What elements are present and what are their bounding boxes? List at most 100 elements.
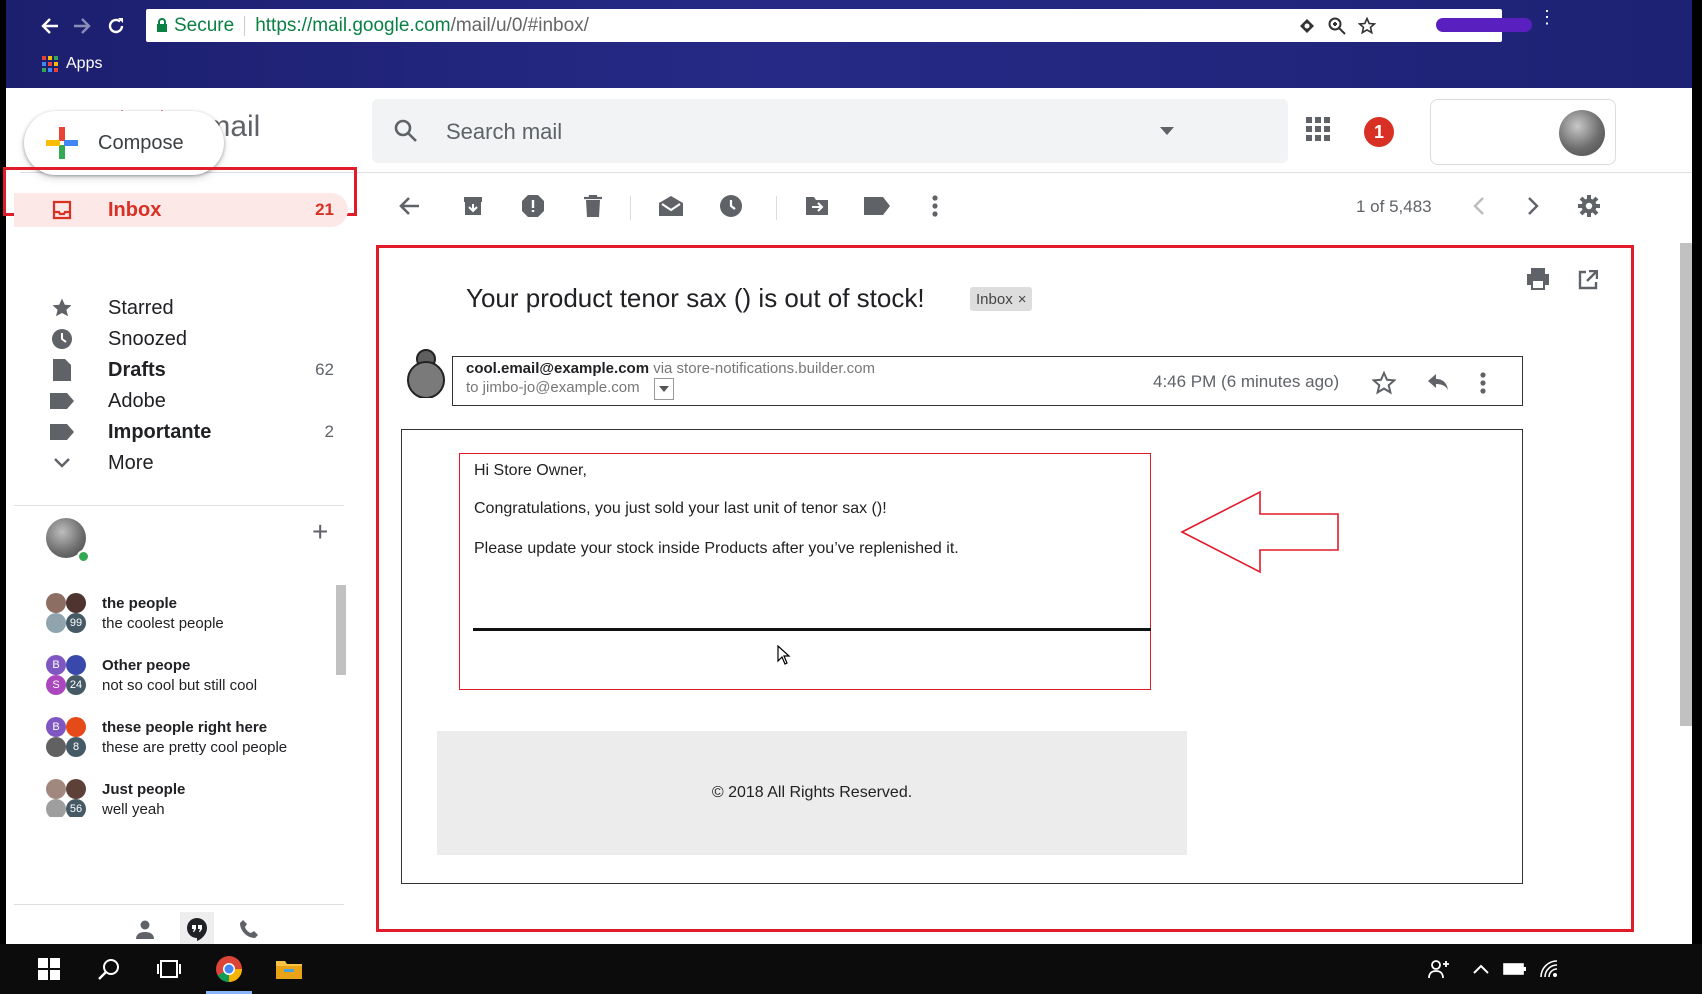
bookmark-star-icon[interactable] <box>1356 15 1378 37</box>
mark-unread-icon[interactable] <box>654 189 688 223</box>
older-chevron-icon[interactable] <box>1516 189 1550 223</box>
account-switcher[interactable] <box>1430 99 1616 165</box>
remove-label-icon[interactable]: × <box>1018 291 1027 308</box>
search-input[interactable]: Search mail <box>446 119 562 145</box>
tray-chevron-up-icon[interactable] <box>1466 954 1496 984</box>
chat-snippet: well yeah <box>102 801 165 817</box>
hangouts-list: 99 the people the coolest people B S 24 O… <box>40 585 340 817</box>
reload-icon[interactable] <box>102 12 130 40</box>
back-to-inbox-icon[interactable] <box>392 189 426 223</box>
clock-icon <box>42 328 82 350</box>
sidebar-item-inbox[interactable]: Inbox 21 <box>14 193 348 227</box>
chat-item[interactable]: 56 Just people well yeah <box>46 779 336 817</box>
task-view-icon[interactable] <box>154 954 184 984</box>
inbox-label-chip[interactable]: Inbox × <box>970 287 1033 311</box>
taskbar-search-icon[interactable] <box>94 954 124 984</box>
bookmark-apps[interactable]: Apps <box>42 55 102 73</box>
windows-start-icon[interactable] <box>34 954 64 984</box>
sidebar-item-drafts[interactable]: Drafts 62 <box>14 354 348 386</box>
sender-email[interactable]: cool.email@example.com <box>466 360 649 377</box>
draft-icon <box>42 359 82 381</box>
settings-gear-icon[interactable] <box>1572 189 1606 223</box>
email-line-2: Please update your stock inside Products… <box>474 540 959 557</box>
people-icon[interactable] <box>1424 954 1454 984</box>
newer-chevron-icon[interactable] <box>1462 189 1496 223</box>
chat-snippet: these are pretty cool people <box>102 739 288 756</box>
secure-indicator[interactable]: Secure <box>146 15 234 37</box>
sidebar-item-label: Importante <box>108 420 212 443</box>
chrome-taskbar-icon[interactable] <box>214 954 244 984</box>
sender-avatar[interactable] <box>404 348 448 398</box>
sidebar-item-count: 2 <box>324 422 334 441</box>
sidebar-item-starred[interactable]: Starred <box>14 292 348 324</box>
search-bar[interactable]: Search mail <box>372 99 1288 163</box>
omnibox-divider <box>244 15 246 36</box>
more-actions-icon[interactable] <box>918 189 952 223</box>
report-spam-icon[interactable] <box>516 189 550 223</box>
hangouts-scrollbar[interactable] <box>336 585 346 675</box>
recipient-details-dropdown[interactable] <box>654 378 674 400</box>
label-icon <box>42 424 82 440</box>
footer-copyright: © 2018 All Rights Reserved. <box>711 784 913 801</box>
compose-button[interactable]: Compose <box>24 111 224 175</box>
email-divider <box>473 628 1151 631</box>
google-apps-icon[interactable] <box>1306 117 1330 141</box>
extension-icon[interactable] <box>1296 15 1318 37</box>
sidebar-item-label: Adobe <box>108 389 166 412</box>
search-options-icon[interactable] <box>1160 127 1174 135</box>
labels-icon[interactable] <box>860 189 894 223</box>
message-more-icon[interactable] <box>1480 372 1486 394</box>
chat-item[interactable]: B S 24 Other peope not so cool but still … <box>46 655 336 707</box>
delete-icon[interactable] <box>576 189 610 223</box>
sidebar-item-snoozed[interactable]: Snoozed <box>14 323 348 355</box>
star-message-icon[interactable] <box>1372 371 1396 395</box>
reply-icon[interactable] <box>1426 372 1450 392</box>
sidebar-item-adobe[interactable]: Adobe <box>14 385 348 417</box>
recipient-line: to jimbo-jo@example.com <box>466 379 640 396</box>
pagination-count: 1 of 5,483 <box>1356 197 1432 216</box>
print-icon[interactable] <box>1526 268 1550 290</box>
wifi-icon[interactable] <box>1534 954 1564 984</box>
hangouts-icon[interactable] <box>180 912 214 946</box>
notification-badge[interactable]: 1 <box>1364 117 1394 147</box>
search-icon[interactable] <box>394 119 418 143</box>
toolbar-divider <box>630 196 631 220</box>
address-bar[interactable]: Secure https://mail.google.com/mail/u/0/… <box>146 9 1502 42</box>
secure-label: Secure <box>174 14 235 36</box>
apps-grid-icon <box>42 56 58 72</box>
zoom-icon[interactable] <box>1326 15 1348 37</box>
hangouts-bottom-divider <box>14 904 344 905</box>
sender-line[interactable]: cool.email@example.com via store-notific… <box>466 360 875 377</box>
windows-taskbar <box>0 944 1702 994</box>
sidebar-item-importante[interactable]: Importante 2 <box>14 416 348 448</box>
move-to-icon[interactable] <box>800 189 834 223</box>
group-avatar: 99 <box>46 593 86 633</box>
battery-icon[interactable] <box>1500 954 1530 984</box>
forward-arrow-icon[interactable] <box>68 12 96 40</box>
chat-name: the people <box>102 595 178 612</box>
page-scrollbar[interactable] <box>1680 243 1692 726</box>
chat-item[interactable]: B 8 these people right here these are pr… <box>46 717 336 769</box>
new-conversation-icon[interactable]: + <box>312 516 328 548</box>
contacts-icon[interactable] <box>128 912 162 946</box>
back-arrow-icon[interactable] <box>36 12 64 40</box>
archive-icon[interactable] <box>456 189 490 223</box>
sidebar-item-label: More <box>108 451 154 474</box>
chat-name: Other peope <box>102 657 191 674</box>
chat-item[interactable]: 99 the people the coolest people <box>46 593 336 645</box>
sidebar-item-more[interactable]: More <box>14 447 348 479</box>
caret-down-icon <box>659 386 669 392</box>
sidebar-item-label: Drafts <box>108 358 166 381</box>
browser-toolbar: Secure https://mail.google.com/mail/u/0/… <box>6 0 1692 88</box>
url-host: https://mail.google.com <box>255 14 451 36</box>
phone-icon[interactable] <box>232 912 266 946</box>
account-avatar[interactable] <box>1559 110 1605 156</box>
email-line-1: Congratulations, you just sold your last… <box>474 500 887 517</box>
message-subject: Your product tenor sax () is out of stoc… <box>466 283 925 313</box>
browser-menu-icon[interactable]: ⋮ <box>1538 8 1556 26</box>
toolbar-divider <box>776 196 777 220</box>
email-content-highlight: Hi Store Owner, Congratulations, you jus… <box>459 453 1151 690</box>
snooze-icon[interactable] <box>714 189 748 223</box>
open-in-new-window-icon[interactable] <box>1578 270 1598 290</box>
file-explorer-icon[interactable] <box>274 954 304 984</box>
